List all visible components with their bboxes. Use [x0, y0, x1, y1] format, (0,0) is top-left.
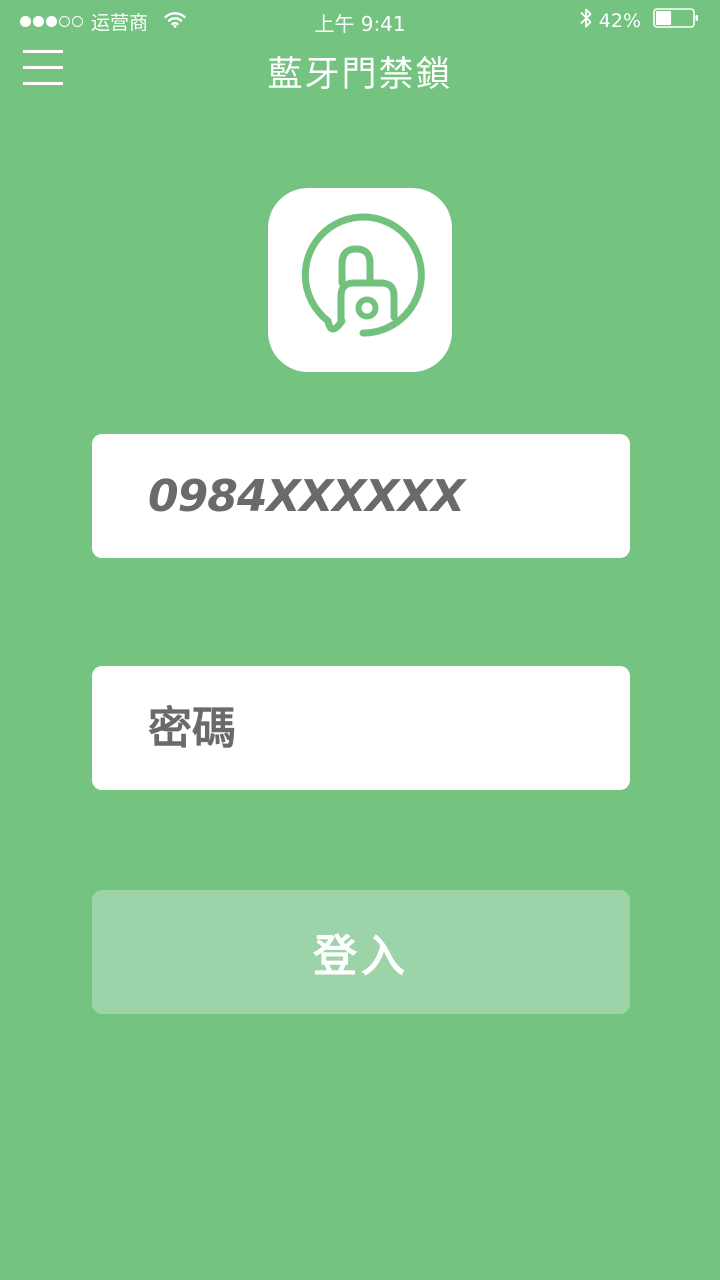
battery-icon [653, 7, 700, 34]
login-button[interactable]: 登入 [92, 890, 630, 1014]
navigation-bar: 藍牙門禁鎖 [0, 40, 720, 96]
phone-field[interactable] [92, 434, 630, 558]
unlocked-padlock-icon [295, 213, 425, 347]
status-right: 42% [579, 6, 700, 35]
password-field[interactable] [92, 666, 630, 790]
password-input[interactable] [148, 666, 608, 790]
phone-input[interactable] [148, 434, 608, 558]
status-bar: 运营商 上午 9:41 42% [0, 0, 720, 40]
battery-percent: 42% [598, 9, 641, 32]
bluetooth-icon [579, 6, 593, 35]
app-logo [268, 188, 452, 372]
page-title: 藍牙門禁鎖 [267, 55, 453, 95]
